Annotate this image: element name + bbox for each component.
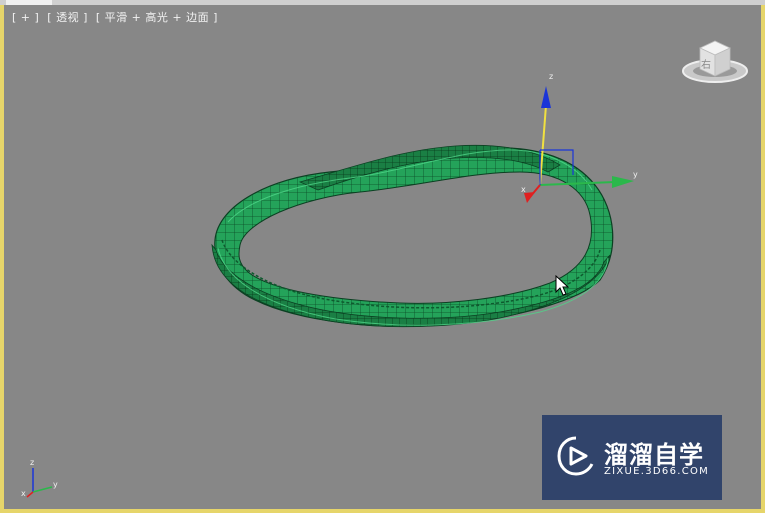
viewcube-face-label: 右 <box>701 58 711 71</box>
watermark-subtitle: ZIXUE.3D66.COM <box>604 466 710 477</box>
axis-tripod: z y x <box>21 458 58 498</box>
tripod-x-label: x <box>21 489 26 498</box>
gizmo-x-label: x <box>521 185 526 194</box>
mouse-cursor-icon <box>555 275 569 296</box>
tripod-z-label: z <box>30 458 34 467</box>
mobius-band-model[interactable] <box>211 144 614 328</box>
watermark-title: 溜溜自学 <box>604 441 704 469</box>
tripod-y-label: y <box>53 480 58 489</box>
viewcube[interactable]: 右 <box>680 38 750 90</box>
gizmo-z-arrow[interactable] <box>541 86 551 108</box>
tripod-y-axis <box>32 486 53 493</box>
play-logo-icon <box>557 436 594 476</box>
gizmo-y-label: y <box>633 170 638 179</box>
watermark-badge: 溜溜自学 ZIXUE.3D66.COM <box>542 415 722 500</box>
gizmo-z-label: z <box>549 72 553 81</box>
tripod-x-axis <box>26 491 34 498</box>
gizmo-y-arrow[interactable] <box>612 176 634 188</box>
